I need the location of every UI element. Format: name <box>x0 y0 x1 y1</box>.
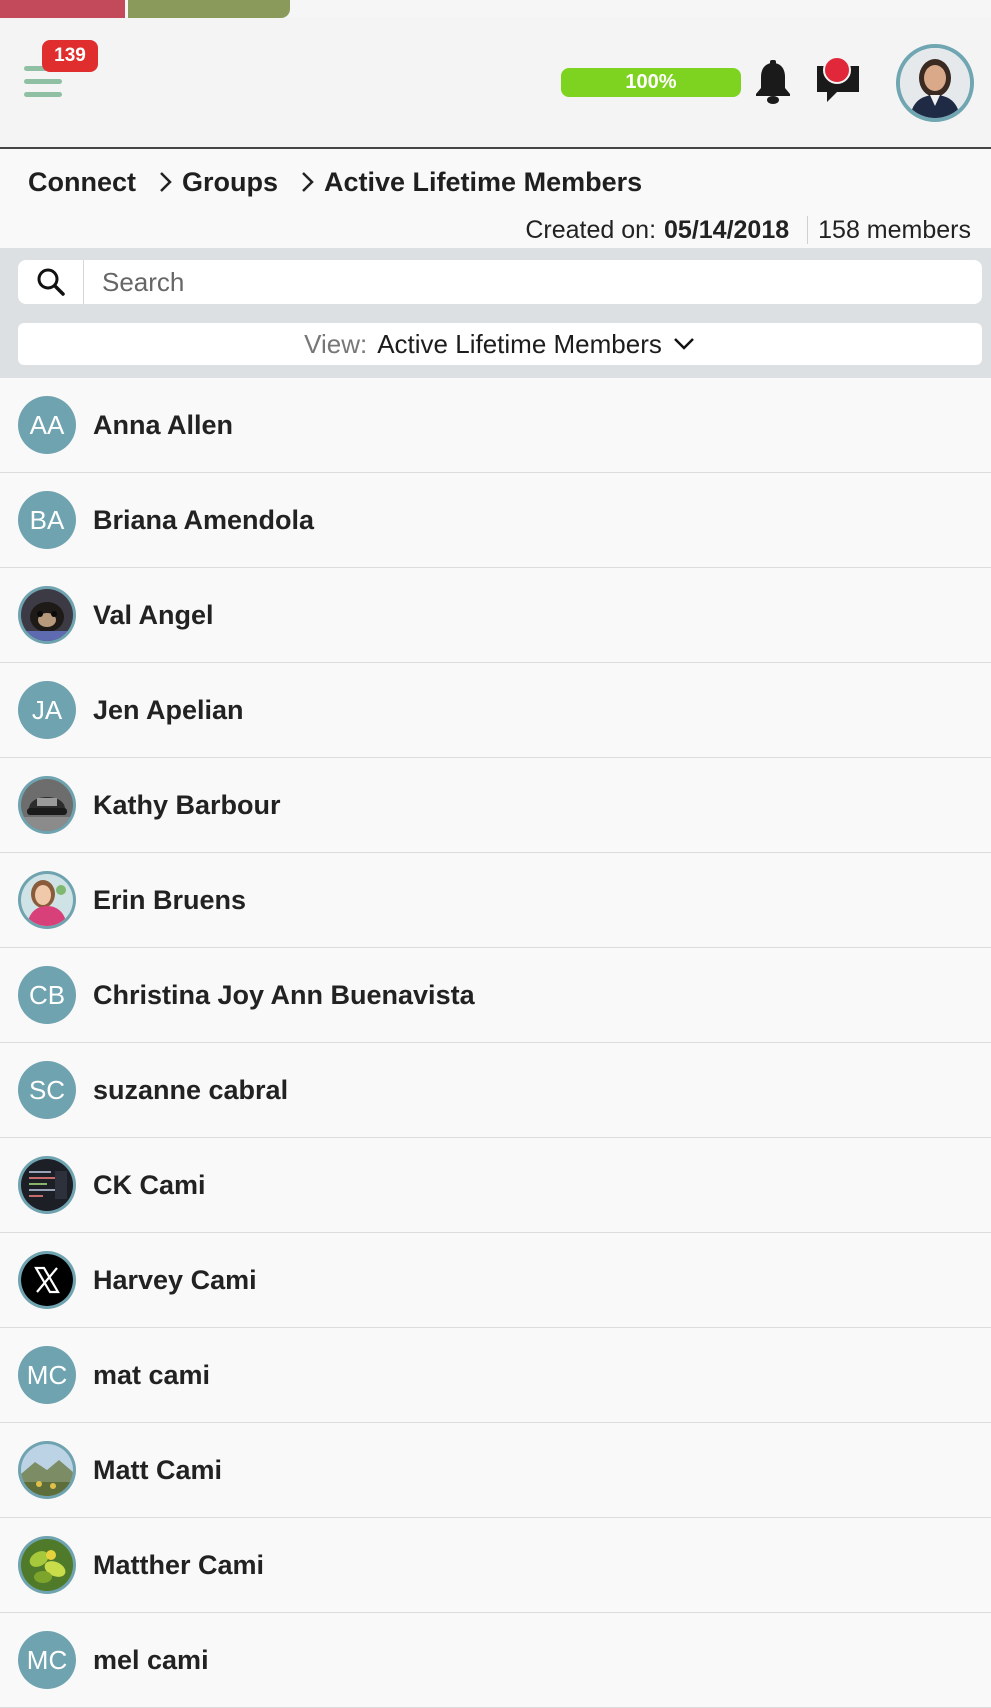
member-row[interactable]: Matt Cami <box>0 1423 991 1518</box>
member-avatar-photo <box>18 776 76 834</box>
breadcrumb-connect[interactable]: Connect <box>28 167 136 198</box>
member-avatar-initials: JA <box>18 681 76 739</box>
member-name: Matther Cami <box>93 1549 265 1580</box>
member-name: suzanne cabral <box>93 1074 289 1105</box>
search-bar <box>18 260 982 304</box>
member-name: Kathy Barbour <box>93 789 281 820</box>
member-name: Jen Apelian <box>93 694 244 725</box>
created-label: Created on: <box>525 215 657 244</box>
chevron-right-icon <box>302 172 314 192</box>
member-name: mat cami <box>93 1359 211 1390</box>
user-avatar[interactable] <box>896 44 974 122</box>
member-name: Anna Allen <box>93 409 234 440</box>
profile-photo <box>21 874 73 926</box>
profile-photo <box>21 1159 73 1211</box>
member-row[interactable]: MC mel cami <box>0 1613 991 1708</box>
profile-progress-bar: 100% <box>561 68 741 97</box>
view-dropdown[interactable]: View: Active Lifetime Members <box>18 323 982 365</box>
member-avatar-initials: SC <box>18 1061 76 1119</box>
top-color-strip <box>0 0 991 18</box>
member-list: AA Anna Allen BA Briana Amendola Val Angel JA… <box>0 378 991 1708</box>
menu-icon-line <box>24 92 62 97</box>
member-row[interactable]: JA Jen Apelian <box>0 663 991 758</box>
member-name: Erin Bruens <box>93 884 247 915</box>
member-row[interactable]: Kathy Barbour <box>0 758 991 853</box>
member-avatar-photo <box>18 586 76 644</box>
member-name: Matt Cami <box>93 1454 223 1485</box>
member-row[interactable]: BA Briana Amendola <box>0 473 991 568</box>
member-name: Harvey Cami <box>93 1264 257 1295</box>
member-name: Val Angel <box>93 599 214 630</box>
group-meta: Created on: 05/14/2018 158 members <box>525 212 971 248</box>
member-name: mel cami <box>93 1644 209 1675</box>
member-avatar-initials: CB <box>18 966 76 1024</box>
filter-panel: View: Active Lifetime Members <box>0 248 991 378</box>
member-row[interactable]: Val Angel <box>0 568 991 663</box>
member-avatar-photo <box>18 871 76 929</box>
member-avatar-initials: MC <box>18 1346 76 1404</box>
member-name: Briana Amendola <box>93 504 315 535</box>
profile-photo <box>21 1444 73 1496</box>
member-avatar-photo <box>18 1441 76 1499</box>
notification-count-badge: 139 <box>42 40 98 72</box>
member-avatar-initials: AA <box>18 396 76 454</box>
member-row[interactable]: CB Christina Joy Ann Buenavista <box>0 948 991 1043</box>
member-row[interactable]: Harvey Cami <box>0 1233 991 1328</box>
profile-photo <box>21 779 73 831</box>
member-avatar-initials: BA <box>18 491 76 549</box>
member-avatar-photo <box>18 1251 76 1309</box>
member-avatar-initials: MC <box>18 1631 76 1689</box>
chevron-right-icon <box>160 172 172 192</box>
breadcrumb: Connect Groups Active Lifetime Members <box>28 164 642 200</box>
chevron-down-icon <box>673 338 694 350</box>
profile-photo <box>21 589 73 641</box>
member-avatar-photo <box>18 1536 76 1594</box>
members-count: 158 members <box>818 215 971 244</box>
strip-segment-red <box>0 0 125 18</box>
strip-segment-olive <box>128 0 290 18</box>
bell-icon[interactable] <box>752 60 794 106</box>
breadcrumb-current-group: Active Lifetime Members <box>324 166 643 197</box>
view-selected-value: Active Lifetime Members <box>377 328 662 359</box>
member-row[interactable]: Matther Cami <box>0 1518 991 1613</box>
menu-icon-line <box>24 79 62 84</box>
search-input[interactable] <box>84 261 982 303</box>
member-name: Christina Joy Ann Buenavista <box>93 979 475 1010</box>
breadcrumb-groups[interactable]: Groups <box>182 167 278 198</box>
view-label: View: <box>304 328 368 359</box>
member-row[interactable]: SC suzanne cabral <box>0 1043 991 1138</box>
member-row[interactable]: AA Anna Allen <box>0 378 991 473</box>
search-icon[interactable] <box>18 260 84 304</box>
member-avatar-photo <box>18 1156 76 1214</box>
created-date: 05/14/2018 <box>664 215 790 244</box>
member-row[interactable]: MC mat cami <box>0 1328 991 1423</box>
member-row[interactable]: Erin Bruens <box>0 853 991 948</box>
member-row[interactable]: CK Cami <box>0 1138 991 1233</box>
chat-icon[interactable] <box>815 56 861 106</box>
member-name: CK Cami <box>93 1169 206 1200</box>
meta-divider <box>807 216 809 244</box>
profile-photo <box>21 1539 73 1591</box>
x-logo-icon <box>21 1254 73 1306</box>
